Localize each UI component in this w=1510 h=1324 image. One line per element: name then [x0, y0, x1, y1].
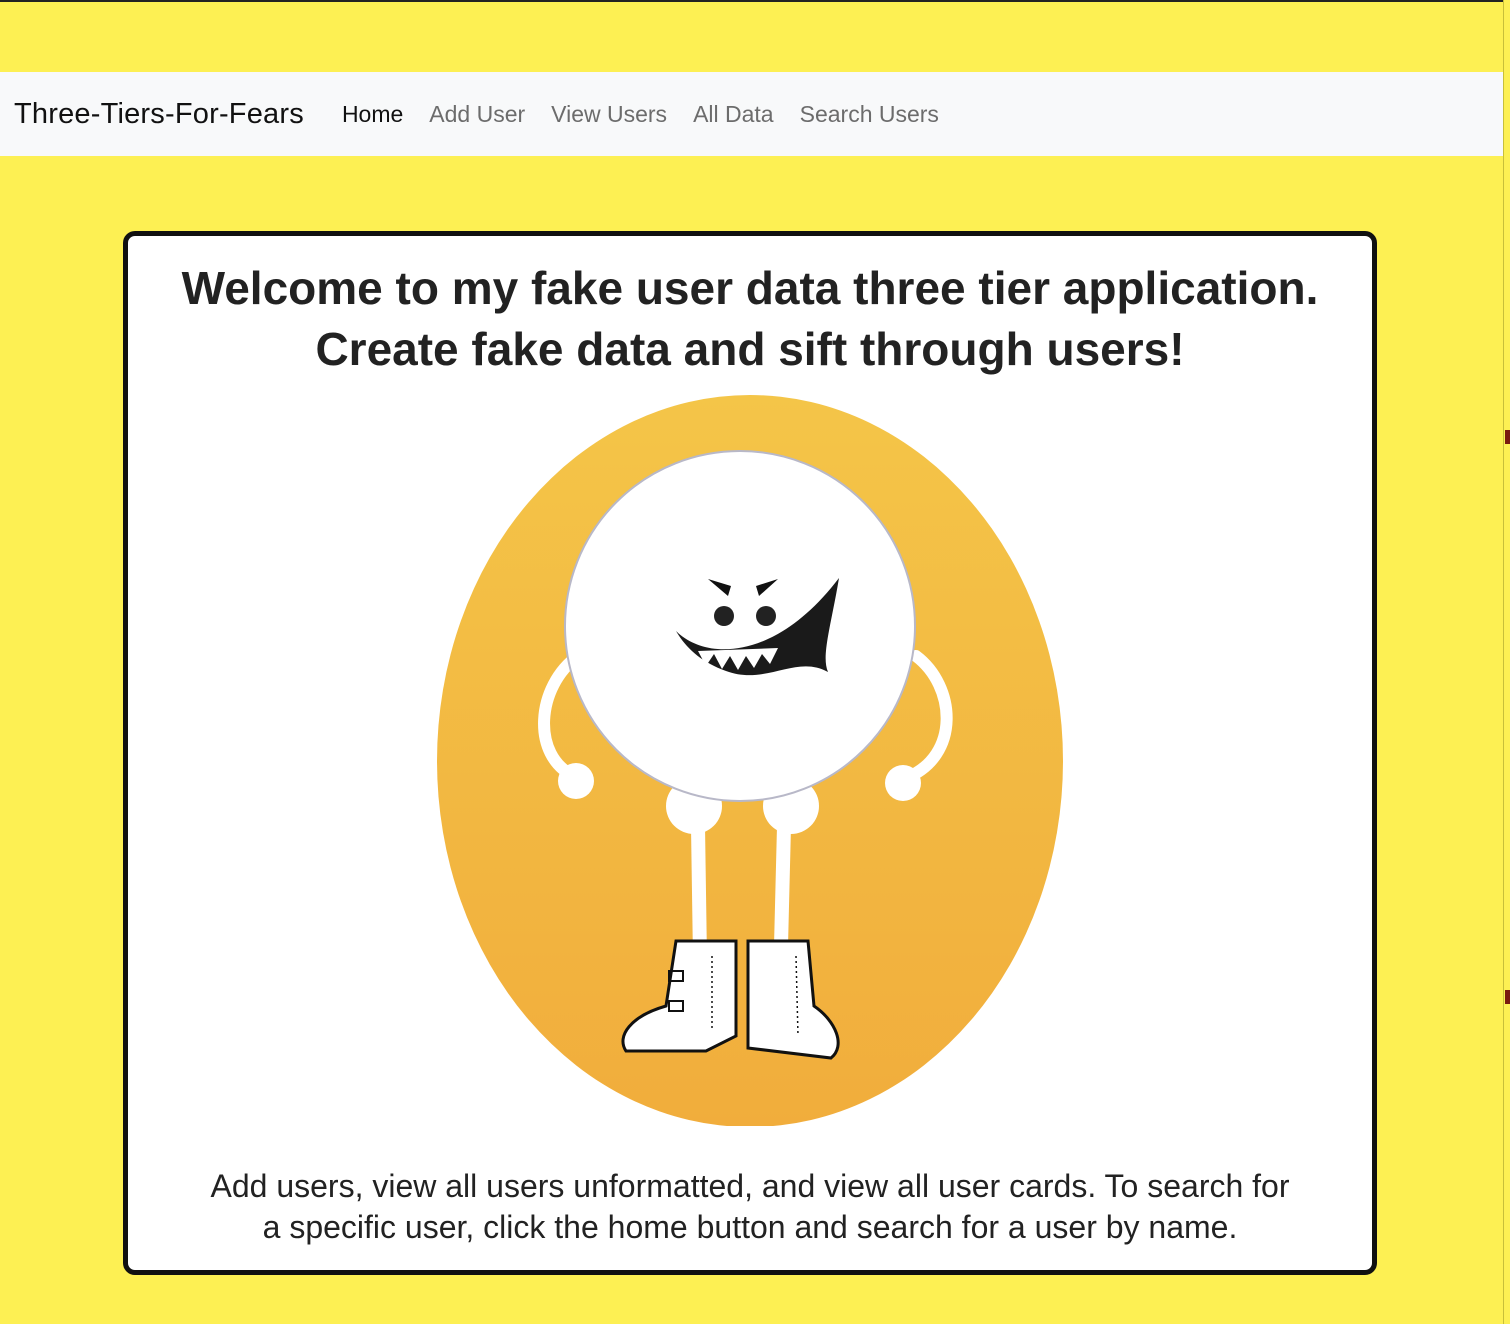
window-top-border — [0, 0, 1510, 2]
headline-line-1: Welcome to my fake user data three tier … — [181, 262, 1319, 314]
welcome-card: Welcome to my fake user data three tier … — [123, 231, 1377, 1275]
monster-body — [564, 450, 916, 802]
left-hand — [558, 763, 594, 799]
description-line-2: a specific user, click the home button a… — [262, 1209, 1238, 1245]
nav-link-home[interactable]: Home — [342, 101, 403, 128]
headline-line-2: Create fake data and sift through users! — [315, 323, 1185, 375]
description-line-1: Add users, view all users unformatted, a… — [210, 1168, 1290, 1204]
description-text: Add users, view all users unformatted, a… — [128, 1166, 1372, 1248]
nav-link-add-user[interactable]: Add User — [429, 101, 525, 128]
nav-link-view-users[interactable]: View Users — [551, 101, 667, 128]
edge-artifact — [1505, 990, 1510, 1004]
edge-artifact — [1505, 430, 1510, 444]
left-eye — [714, 606, 734, 626]
brand-logo-text[interactable]: Three-Tiers-For-Fears — [14, 98, 304, 131]
grinning-ball-monster-icon — [437, 395, 1063, 1126]
right-hand — [885, 765, 921, 801]
right-eye — [756, 606, 776, 626]
nav-link-all-data[interactable]: All Data — [693, 101, 774, 128]
navbar: Three-Tiers-For-Fears Home Add User View… — [0, 72, 1503, 156]
nav-link-search-users[interactable]: Search Users — [800, 101, 939, 128]
page-title: Welcome to my fake user data three tier … — [128, 258, 1372, 380]
window-right-edge — [1503, 0, 1510, 1324]
